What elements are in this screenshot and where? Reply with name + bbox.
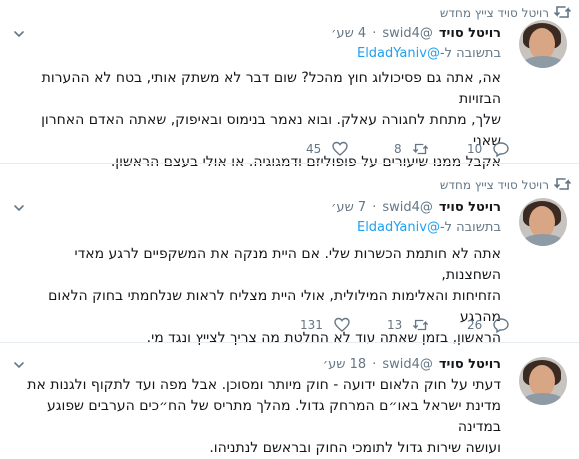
retweet-label[interactable]: רויטל סויד צייץ מחדש xyxy=(440,5,549,21)
separator-dot: · xyxy=(372,356,377,372)
reply-count: 10 xyxy=(467,142,483,156)
author-name[interactable]: רויטל סויד xyxy=(439,26,501,41)
retweet-icon xyxy=(413,319,429,331)
tweet-actions: 131 13 26 xyxy=(0,316,579,336)
reply-icon xyxy=(493,318,509,334)
retweet-icon xyxy=(554,6,571,18)
author-name[interactable]: רויטל סויד xyxy=(439,357,501,372)
tweet[interactable]: רויטל סויד צייץ מחדש רויטל סויד @swid4 ·… xyxy=(0,164,579,346)
reply-context: בתשובה ל-@EldadYaniv xyxy=(357,220,501,235)
tweet-header: רויטל סויד @swid4 · 4 שע׳ xyxy=(331,24,501,42)
reply-button[interactable]: 26 xyxy=(467,316,510,334)
tweet-header: רויטל סויד @swid4 · 18 שע׳ xyxy=(323,355,501,373)
tweet-text-line: ועושה שירות גדול לתומכי החוק ובראשם לנתנ… xyxy=(209,440,501,456)
retweet-label[interactable]: רויטל סויד צייץ מחדש xyxy=(440,177,549,193)
tweet-time[interactable]: 18 שע׳ xyxy=(323,357,366,372)
tweet-time[interactable]: 4 שע׳ xyxy=(331,26,366,41)
tweet-text: דעתי על חוק הלאום ידועה - חוק מיותר ומסו… xyxy=(11,375,501,459)
author-handle[interactable]: @swid4 xyxy=(382,26,433,41)
tweet-actions: 45 8 10 xyxy=(0,140,579,160)
tweet-text-line: אה, אתה גם פסיכולוג חוץ מהכל? שום דבר לא… xyxy=(41,70,501,107)
reply-prefix: בתשובה ל- xyxy=(439,46,501,61)
tweet-time[interactable]: 7 שע׳ xyxy=(331,200,366,215)
like-count: 45 xyxy=(306,142,322,156)
tweet[interactable]: רויטל סויד @swid4 · 18 שע׳ דעתי על חוק ה… xyxy=(0,343,579,456)
avatar[interactable] xyxy=(519,198,567,246)
tweet-text-line: דעתי על חוק הלאום ידועה - חוק מיותר ומסו… xyxy=(27,377,501,393)
avatar[interactable] xyxy=(519,357,567,405)
separator-dot: · xyxy=(372,25,377,41)
author-handle[interactable]: @swid4 xyxy=(382,200,433,215)
reply-icon xyxy=(493,142,509,158)
tweet-text-line: אתה לא חותמת הכשרות שלי. אם היית מנקה את… xyxy=(74,246,501,283)
retweet-icon xyxy=(412,143,428,155)
retweet-button[interactable]: 8 xyxy=(394,140,430,158)
separator-dot: · xyxy=(372,199,377,215)
avatar[interactable] xyxy=(519,20,567,68)
retweet-button[interactable]: 13 xyxy=(387,316,430,334)
reply-to-link[interactable]: @EldadYaniv xyxy=(357,46,440,61)
chevron-down-icon[interactable] xyxy=(12,201,26,215)
tweet-feed: רויטל סויד צייץ מחדש רויטל סויד @swid4 ·… xyxy=(0,0,579,456)
heart-icon xyxy=(332,141,348,156)
chevron-down-icon[interactable] xyxy=(12,358,26,372)
retweet-count: 13 xyxy=(387,318,403,332)
reply-count: 26 xyxy=(467,318,483,332)
reply-button[interactable]: 10 xyxy=(467,140,510,158)
like-button[interactable]: 131 xyxy=(300,316,351,334)
chevron-down-icon[interactable] xyxy=(12,27,26,41)
tweet-header: רויטל סויד @swid4 · 7 שע׳ xyxy=(331,198,501,216)
author-handle[interactable]: @swid4 xyxy=(382,357,433,372)
like-count: 131 xyxy=(300,318,323,332)
author-name[interactable]: רויטל סויד xyxy=(439,200,501,215)
like-button[interactable]: 45 xyxy=(306,140,349,158)
retweet-count: 8 xyxy=(394,142,402,156)
retweet-icon xyxy=(554,178,571,190)
tweet-text-line: מדינת ישראל באו״ם המרחק גדול. מהלך מתריס… xyxy=(46,398,501,435)
reply-to-link[interactable]: @EldadYaniv xyxy=(357,220,440,235)
heart-icon xyxy=(334,317,350,332)
tweet[interactable]: רויטל סויד צייץ מחדש רויטל סויד @swid4 ·… xyxy=(0,0,579,170)
reply-context: בתשובה ל-@EldadYaniv xyxy=(357,46,501,61)
reply-prefix: בתשובה ל- xyxy=(439,220,501,235)
